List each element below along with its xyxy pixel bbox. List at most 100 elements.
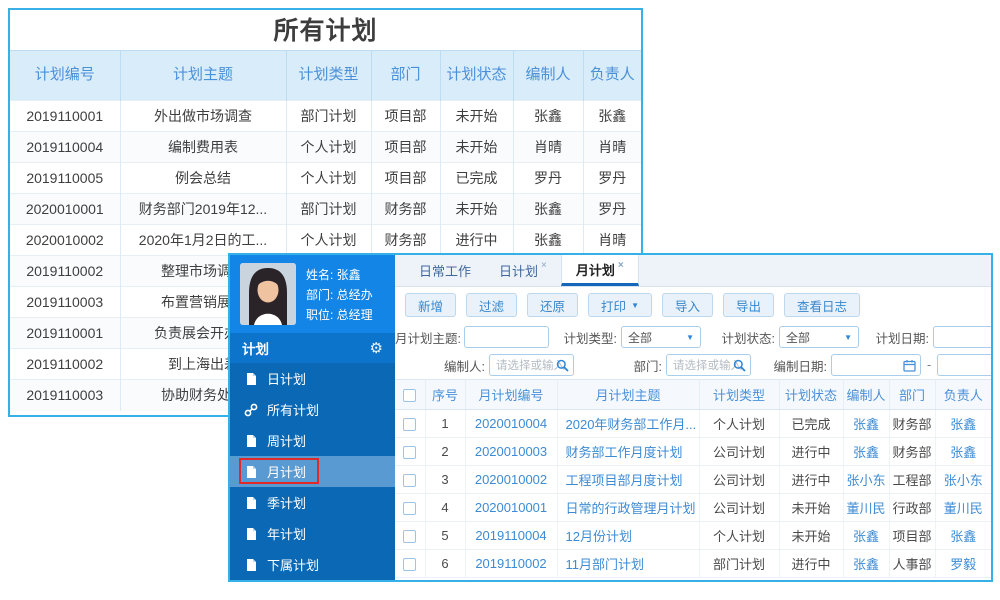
plan-subject-link[interactable]: 工程项目部月度计划 [566, 473, 683, 488]
plan-id: 2019110004 [10, 131, 120, 163]
plan-id: 2020010002 [10, 224, 120, 256]
sidebar-item-label: 周计划 [267, 434, 307, 449]
tab-label: 月计划 [575, 262, 615, 278]
plan-subject-link[interactable]: 11月部门计划 [566, 557, 645, 572]
column-header: 计划类型 [699, 379, 780, 410]
row-number: 6 [425, 549, 466, 578]
sidebar-item-month-plan[interactable]: 月计划 [230, 456, 395, 487]
subject-filter-input[interactable] [464, 326, 549, 348]
filter-row-2: 编制人: 部门: 编制日期: - [395, 351, 991, 379]
export-button[interactable]: 导出 [723, 293, 775, 317]
sidebar-item-day-plan[interactable]: 日计划 [230, 363, 395, 394]
plan-date-filter-input[interactable] [933, 326, 991, 348]
row-checkbox[interactable] [403, 558, 417, 572]
table-row: 2019110005 例会总结 个人计划 项目部 已完成 罗丹 罗丹 [10, 162, 641, 194]
plan-subject-link[interactable]: 2020年财务部工作月... [566, 417, 697, 432]
row-checkbox[interactable] [403, 446, 417, 460]
profile-photo [240, 263, 296, 325]
plan-id-link[interactable]: 2020010004 [475, 416, 547, 431]
tab-day-plan[interactable]: 日计划 × [485, 255, 561, 286]
plan-creator: 张鑫 [512, 224, 583, 256]
row-checkbox[interactable] [403, 474, 417, 488]
user-profile: 姓名: 张鑫 部门: 总经办 职位: 总经理 [230, 255, 395, 333]
column-header: 部门 [370, 50, 440, 101]
row-checkbox[interactable] [403, 502, 417, 516]
plan-status: 进行中 [779, 549, 844, 578]
gear-icon[interactable]: ⚙ [370, 339, 383, 357]
plan-owner-link[interactable]: 张鑫 [950, 529, 976, 544]
sidebar-item-subordinate-plan[interactable]: 下属计划 [230, 549, 395, 580]
row-number: 5 [425, 521, 466, 550]
plan-dept: 人事部 [889, 549, 936, 578]
plan-creator-link[interactable]: 张鑫 [853, 417, 879, 432]
row-number: 2 [425, 437, 466, 466]
tab-daily-work[interactable]: 日常工作 [405, 255, 485, 286]
profile-position: 职位: 总经理 [306, 308, 373, 322]
plan-owner-link[interactable]: 罗毅 [950, 557, 976, 572]
plan-owner-link[interactable]: 张小东 [944, 473, 983, 488]
table-row: 2020010001 财务部门2019年12... 部门计划 财务部 未开始 张鑫 罗丹 [10, 193, 641, 225]
select-all-checkbox[interactable] [403, 389, 417, 403]
filter-button[interactable]: 过滤 [466, 293, 518, 317]
print-button[interactable]: 打印 ▼ [588, 293, 652, 317]
row-number: 4 [425, 493, 466, 522]
file-icon [247, 372, 256, 385]
table-row: 2019110001 外出做市场调查 部门计划 项目部 未开始 张鑫 张鑫 [10, 100, 641, 132]
plan-id-link[interactable]: 2020010002 [475, 472, 547, 487]
plan-owner-link[interactable]: 张鑫 [950, 417, 976, 432]
sidebar: 姓名: 张鑫 部门: 总经办 职位: 总经理 计划 ⚙ 日计划 所有计划 周计划 [230, 255, 395, 580]
plan-dept: 项目部 [370, 100, 440, 132]
sidebar-item-all-plans[interactable]: 所有计划 [230, 394, 395, 425]
calendar-icon[interactable] [903, 359, 916, 372]
search-icon[interactable] [733, 359, 746, 372]
plan-creator-link[interactable]: 张鑫 [853, 445, 879, 460]
plan-subject-link[interactable]: 日常的行政管理月计划 [566, 501, 696, 516]
plan-workspace-window: 姓名: 张鑫 部门: 总经办 职位: 总经理 计划 ⚙ 日计划 所有计划 周计划 [228, 253, 993, 582]
column-header: 计划状态 [439, 50, 513, 101]
plan-dept: 项目部 [370, 162, 440, 194]
plan-type: 部门计划 [285, 193, 371, 225]
import-button[interactable]: 导入 [661, 293, 713, 317]
profile-department: 部门: 总经办 [306, 288, 373, 302]
sidebar-item-year-plan[interactable]: 年计划 [230, 518, 395, 549]
plan-creator-link[interactable]: 张鑫 [853, 529, 879, 544]
plan-creator: 张鑫 [512, 193, 583, 225]
plan-subject-link[interactable]: 财务部工作月度计划 [566, 445, 683, 460]
profile-name: 姓名: 张鑫 [306, 268, 361, 282]
plan-creator-link[interactable]: 张鑫 [853, 557, 879, 572]
create-date-end-input[interactable] [937, 354, 991, 376]
plan-id-link[interactable]: 2019110004 [475, 528, 546, 543]
plan-id-link[interactable]: 2020010001 [475, 500, 547, 515]
profile-info: 姓名: 张鑫 部门: 总经办 职位: 总经理 [306, 263, 373, 325]
plan-owner-link[interactable]: 董川民 [944, 501, 983, 516]
tab-month-plan[interactable]: 月计划 × [560, 255, 639, 286]
plan-creator-link[interactable]: 董川民 [846, 501, 885, 516]
plan-id-link[interactable]: 2020010003 [475, 444, 547, 459]
sidebar-item-quarter-plan[interactable]: 季计划 [230, 487, 395, 518]
plan-owner: 张鑫 [582, 100, 641, 132]
file-icon [247, 558, 256, 571]
reset-button[interactable]: 还原 [527, 293, 579, 317]
view-log-button[interactable]: 查看日志 [784, 293, 861, 317]
type-filter-select[interactable]: 全部 ▼ [621, 326, 701, 348]
plan-status: 未开始 [779, 521, 844, 550]
plan-creator-link[interactable]: 张小东 [846, 473, 885, 488]
plan-creator: 肖晴 [512, 131, 583, 163]
plan-type: 个人计划 [699, 409, 780, 438]
status-filter-select[interactable]: 全部 ▼ [779, 326, 859, 348]
plan-date-filter-label: 计划日期: [875, 331, 929, 346]
add-button[interactable]: 新增 [405, 293, 457, 317]
row-checkbox[interactable] [403, 418, 417, 432]
plan-status: 未开始 [439, 193, 513, 225]
sidebar-item-label: 年计划 [267, 527, 307, 542]
sidebar-item-week-plan[interactable]: 周计划 [230, 425, 395, 456]
plan-id: 2019110002 [10, 348, 120, 380]
plan-owner-link[interactable]: 张鑫 [950, 445, 976, 460]
close-icon[interactable]: × [618, 260, 624, 271]
search-icon[interactable] [556, 359, 569, 372]
plan-id-link[interactable]: 2019110002 [475, 556, 546, 571]
plan-subject-link[interactable]: 12月份计划 [566, 529, 632, 544]
plan-status: 已完成 [779, 409, 844, 438]
close-icon[interactable]: × [541, 260, 547, 271]
row-checkbox[interactable] [403, 530, 417, 544]
